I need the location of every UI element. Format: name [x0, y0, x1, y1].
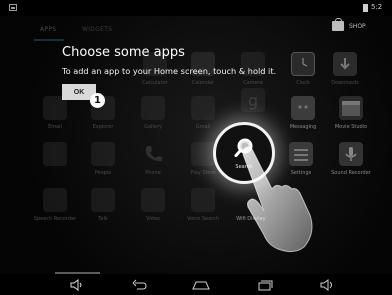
app-gallery[interactable]: Gallery: [128, 96, 178, 130]
recent-apps-icon: [258, 280, 273, 290]
app-label: Video: [145, 216, 160, 222]
app-label: Messaging: [289, 124, 317, 130]
app-label: Calculator: [142, 80, 168, 86]
app-movie-studio[interactable]: Movie Studio: [326, 96, 376, 130]
app-label: People: [94, 170, 112, 176]
status-time: 5:2: [371, 3, 383, 11]
video-icon: [141, 188, 165, 212]
tab-apps[interactable]: APPS: [40, 26, 56, 33]
app-label: Email: [48, 124, 62, 130]
app-label: Gallery: [144, 124, 162, 130]
gmail-icon: [191, 96, 215, 120]
tab-indicator: [34, 39, 64, 41]
clock-icon: [291, 52, 315, 76]
overlay-title: Choose some apps: [62, 45, 185, 60]
volume-up-button[interactable]: [312, 274, 342, 295]
app-label: Sound Recorder: [331, 170, 371, 176]
svg-text:g: g: [248, 91, 258, 110]
app-downloads[interactable]: Downloads: [320, 52, 370, 86]
voice-search-icon: [191, 188, 215, 212]
shopping-bag-icon: [332, 18, 344, 31]
app-people[interactable]: People: [78, 142, 128, 176]
status-bar: 5:2: [0, 0, 392, 16]
recent-apps-button[interactable]: [250, 274, 280, 295]
play-store-icon: [191, 142, 215, 166]
app-label: Phone: [145, 170, 161, 176]
app-talk[interactable]: Talk: [78, 188, 128, 222]
volume-down-button[interactable]: [62, 274, 92, 295]
battery-icon: [363, 4, 368, 12]
app-label: Gmail: [195, 124, 211, 130]
shop-label: SHOP: [349, 23, 366, 30]
app-video[interactable]: Video: [128, 188, 178, 222]
app-phone[interactable]: Phone: [128, 142, 178, 176]
microphone-icon: [339, 142, 363, 166]
app-label: Explorer: [92, 124, 114, 130]
back-icon: [132, 279, 147, 289]
overlay-subtitle: To add an app to your Home screen, touch…: [62, 66, 277, 76]
app-google[interactable]: g: [228, 88, 278, 112]
messaging-icon: [291, 96, 315, 120]
app-label: Speech Recorder: [33, 216, 77, 222]
app-sound-recorder[interactable]: Sound Recorder: [326, 142, 376, 176]
back-button[interactable]: [124, 274, 154, 295]
app-email[interactable]: Email: [30, 96, 80, 130]
app-speech-recorder[interactable]: Speech Recorder: [30, 188, 80, 222]
callout-number: 1: [90, 93, 105, 108]
app-label: Calendar: [191, 80, 215, 86]
volume-down-icon: [70, 278, 82, 291]
app-drawer-screen: 5:2 APPS WIDGETS SHOP Calculator Calenda…: [0, 0, 392, 295]
home-button[interactable]: [186, 274, 216, 295]
google-icon: g: [241, 88, 265, 112]
volume-up-icon: [320, 278, 332, 291]
app-label: Talk: [98, 216, 108, 222]
app-messaging[interactable]: Messaging: [278, 96, 328, 130]
talk-icon: [91, 188, 115, 212]
clapperboard-icon: [339, 96, 363, 120]
tab-widgets[interactable]: WIDGETS: [82, 26, 112, 33]
downloads-icon: [333, 52, 357, 76]
app-label: Movie Studio: [334, 124, 368, 130]
navigation-bar: [0, 274, 392, 295]
app-voice-search[interactable]: Voice Search: [178, 188, 228, 222]
notification-icon: [9, 4, 17, 11]
people-icon: [91, 142, 115, 166]
speech-recorder-icon: [43, 188, 67, 212]
phone-icon: [141, 142, 165, 166]
tab-bar: APPS WIDGETS SHOP: [0, 16, 392, 44]
app-label: Camera: [243, 80, 263, 86]
app-label: Voice Search: [186, 216, 220, 222]
app-label: Downloads: [331, 80, 359, 86]
app-gmail[interactable]: Gmail: [178, 96, 228, 130]
gallery-icon: [141, 96, 165, 120]
app-music[interactable]: [30, 142, 80, 166]
music-icon: [43, 142, 67, 166]
pointing-hand-icon: [242, 146, 313, 253]
home-icon: [192, 281, 210, 289]
